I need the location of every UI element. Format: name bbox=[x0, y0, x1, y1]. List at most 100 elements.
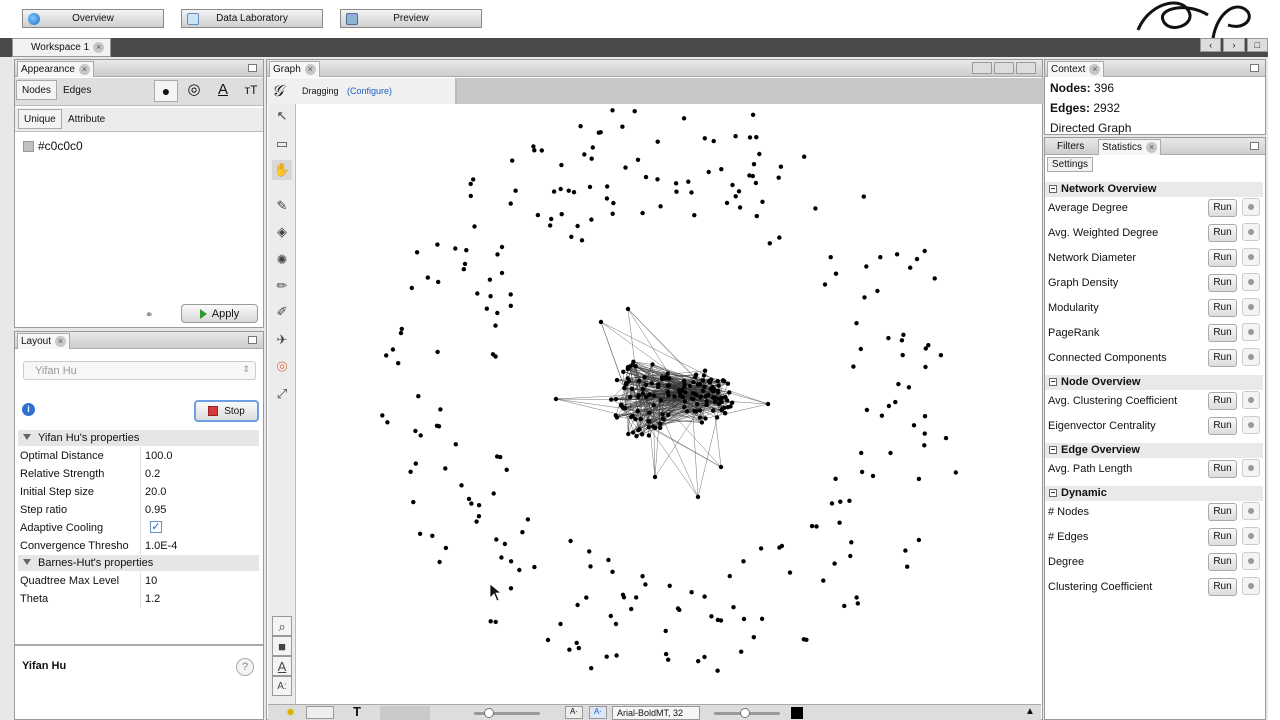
graph-node[interactable] bbox=[730, 182, 735, 188]
context-tab[interactable]: Context × bbox=[1047, 61, 1105, 77]
property-value[interactable]: 0.95 bbox=[145, 504, 166, 516]
graph-node[interactable] bbox=[837, 520, 842, 525]
run-button[interactable]: Run bbox=[1208, 299, 1237, 317]
report-status-icon[interactable] bbox=[1242, 459, 1260, 477]
color-swatch[interactable] bbox=[23, 141, 34, 152]
graph-node[interactable] bbox=[609, 397, 614, 402]
graph-node[interactable] bbox=[551, 189, 557, 194]
graph-node[interactable] bbox=[630, 362, 635, 367]
stat-section-header[interactable]: − Node Overview bbox=[1045, 375, 1263, 390]
run-button[interactable]: Run bbox=[1208, 249, 1237, 267]
graph-node[interactable] bbox=[716, 390, 721, 395]
graph-node[interactable] bbox=[640, 386, 646, 392]
graph-node[interactable] bbox=[656, 382, 661, 387]
graph-node[interactable] bbox=[695, 402, 700, 407]
graph-node[interactable] bbox=[698, 394, 704, 399]
background-color-icon[interactable]: ■ bbox=[272, 636, 292, 656]
graph-node[interactable] bbox=[859, 469, 865, 475]
workspace-tab[interactable]: Workspace 1 × bbox=[12, 38, 112, 57]
graph-node[interactable] bbox=[854, 321, 859, 326]
graph-node[interactable] bbox=[640, 210, 645, 216]
graph-node[interactable] bbox=[493, 323, 498, 328]
graph-node[interactable] bbox=[701, 373, 707, 378]
report-status-icon[interactable] bbox=[1242, 273, 1260, 291]
graph-node[interactable] bbox=[629, 386, 635, 391]
property-row[interactable]: Initial Step size 20.0 bbox=[18, 483, 259, 501]
graph-node[interactable] bbox=[508, 303, 513, 308]
graph-node[interactable] bbox=[488, 619, 493, 624]
graph-node[interactable] bbox=[626, 431, 631, 437]
report-status-icon[interactable] bbox=[1242, 348, 1260, 366]
run-button[interactable]: Run bbox=[1208, 503, 1237, 521]
graph-node[interactable] bbox=[655, 177, 660, 182]
graph-node[interactable] bbox=[822, 282, 828, 287]
graph-node[interactable] bbox=[861, 194, 866, 199]
graph-node[interactable] bbox=[435, 349, 440, 355]
graph-node[interactable] bbox=[849, 540, 854, 545]
graph-node[interactable] bbox=[694, 392, 699, 398]
graph-node[interactable] bbox=[724, 200, 730, 206]
graph-node[interactable] bbox=[589, 217, 594, 222]
close-icon[interactable]: × bbox=[1089, 64, 1101, 75]
graph-node[interactable] bbox=[754, 213, 759, 219]
graph-node[interactable] bbox=[390, 347, 396, 352]
graph-node[interactable] bbox=[459, 483, 464, 488]
appearance-tab[interactable]: Appearance × bbox=[17, 61, 94, 77]
graph-node[interactable] bbox=[632, 109, 637, 114]
graph-node[interactable] bbox=[468, 193, 473, 199]
graph-node[interactable] bbox=[653, 425, 658, 431]
graph-node[interactable] bbox=[693, 374, 698, 380]
graph-node[interactable] bbox=[689, 590, 694, 595]
run-button[interactable]: Run bbox=[1208, 324, 1237, 342]
menu-icon[interactable] bbox=[1016, 62, 1036, 74]
run-button[interactable]: Run bbox=[1208, 392, 1237, 410]
tab-unique[interactable]: Unique bbox=[18, 109, 62, 129]
graph-node[interactable] bbox=[702, 384, 707, 389]
graph-node[interactable] bbox=[590, 145, 595, 150]
graph-node[interactable] bbox=[776, 175, 781, 180]
graph-node[interactable] bbox=[725, 398, 730, 403]
graph-node[interactable] bbox=[558, 186, 563, 192]
graph-node[interactable] bbox=[655, 139, 660, 144]
yifan-hu-properties-section[interactable]: Yifan Hu's properties bbox=[18, 430, 259, 446]
slider-thumb[interactable] bbox=[484, 708, 494, 718]
graph-node[interactable] bbox=[870, 473, 876, 479]
graph-node[interactable] bbox=[598, 319, 604, 325]
graph-node[interactable] bbox=[689, 190, 694, 195]
graph-node[interactable] bbox=[438, 407, 443, 412]
graph-node[interactable] bbox=[384, 353, 389, 358]
graph-node[interactable] bbox=[646, 419, 651, 424]
graph-node[interactable] bbox=[493, 354, 498, 359]
prev-icon[interactable]: ‹ bbox=[1200, 38, 1222, 52]
graph-node[interactable] bbox=[922, 431, 927, 436]
graph-node[interactable] bbox=[622, 405, 628, 411]
graph-node[interactable] bbox=[476, 514, 482, 519]
graph-node[interactable] bbox=[569, 234, 574, 239]
graph-node[interactable] bbox=[545, 637, 551, 643]
run-button[interactable]: Run bbox=[1208, 199, 1237, 217]
graph-node[interactable] bbox=[702, 136, 707, 141]
graph-node[interactable] bbox=[413, 461, 418, 466]
graph-node[interactable] bbox=[878, 255, 883, 260]
graph-node[interactable] bbox=[549, 216, 554, 222]
edge-tools[interactable] bbox=[380, 706, 430, 720]
graph-node[interactable] bbox=[696, 659, 701, 664]
label-size-icon[interactable]: ᴛT bbox=[240, 80, 262, 102]
graph-node[interactable] bbox=[598, 130, 603, 135]
graph-node[interactable] bbox=[663, 651, 669, 657]
close-icon[interactable]: × bbox=[1146, 142, 1158, 153]
report-status-icon[interactable] bbox=[1242, 527, 1260, 545]
brush-icon[interactable]: ✎ bbox=[272, 196, 292, 216]
restore-icon[interactable]: □ bbox=[1246, 38, 1268, 52]
overview-button[interactable]: Overview bbox=[22, 9, 164, 28]
slider-thumb[interactable] bbox=[740, 708, 750, 718]
graph-node[interactable] bbox=[520, 530, 525, 535]
graph-node[interactable] bbox=[692, 213, 697, 218]
graph-node[interactable] bbox=[436, 279, 441, 285]
graph-node[interactable] bbox=[650, 362, 655, 367]
graph-node[interactable] bbox=[809, 523, 815, 529]
graph-node[interactable] bbox=[558, 621, 563, 627]
graph-node[interactable] bbox=[625, 306, 631, 312]
run-button[interactable]: Run bbox=[1208, 274, 1237, 292]
graph-node[interactable] bbox=[517, 567, 522, 573]
